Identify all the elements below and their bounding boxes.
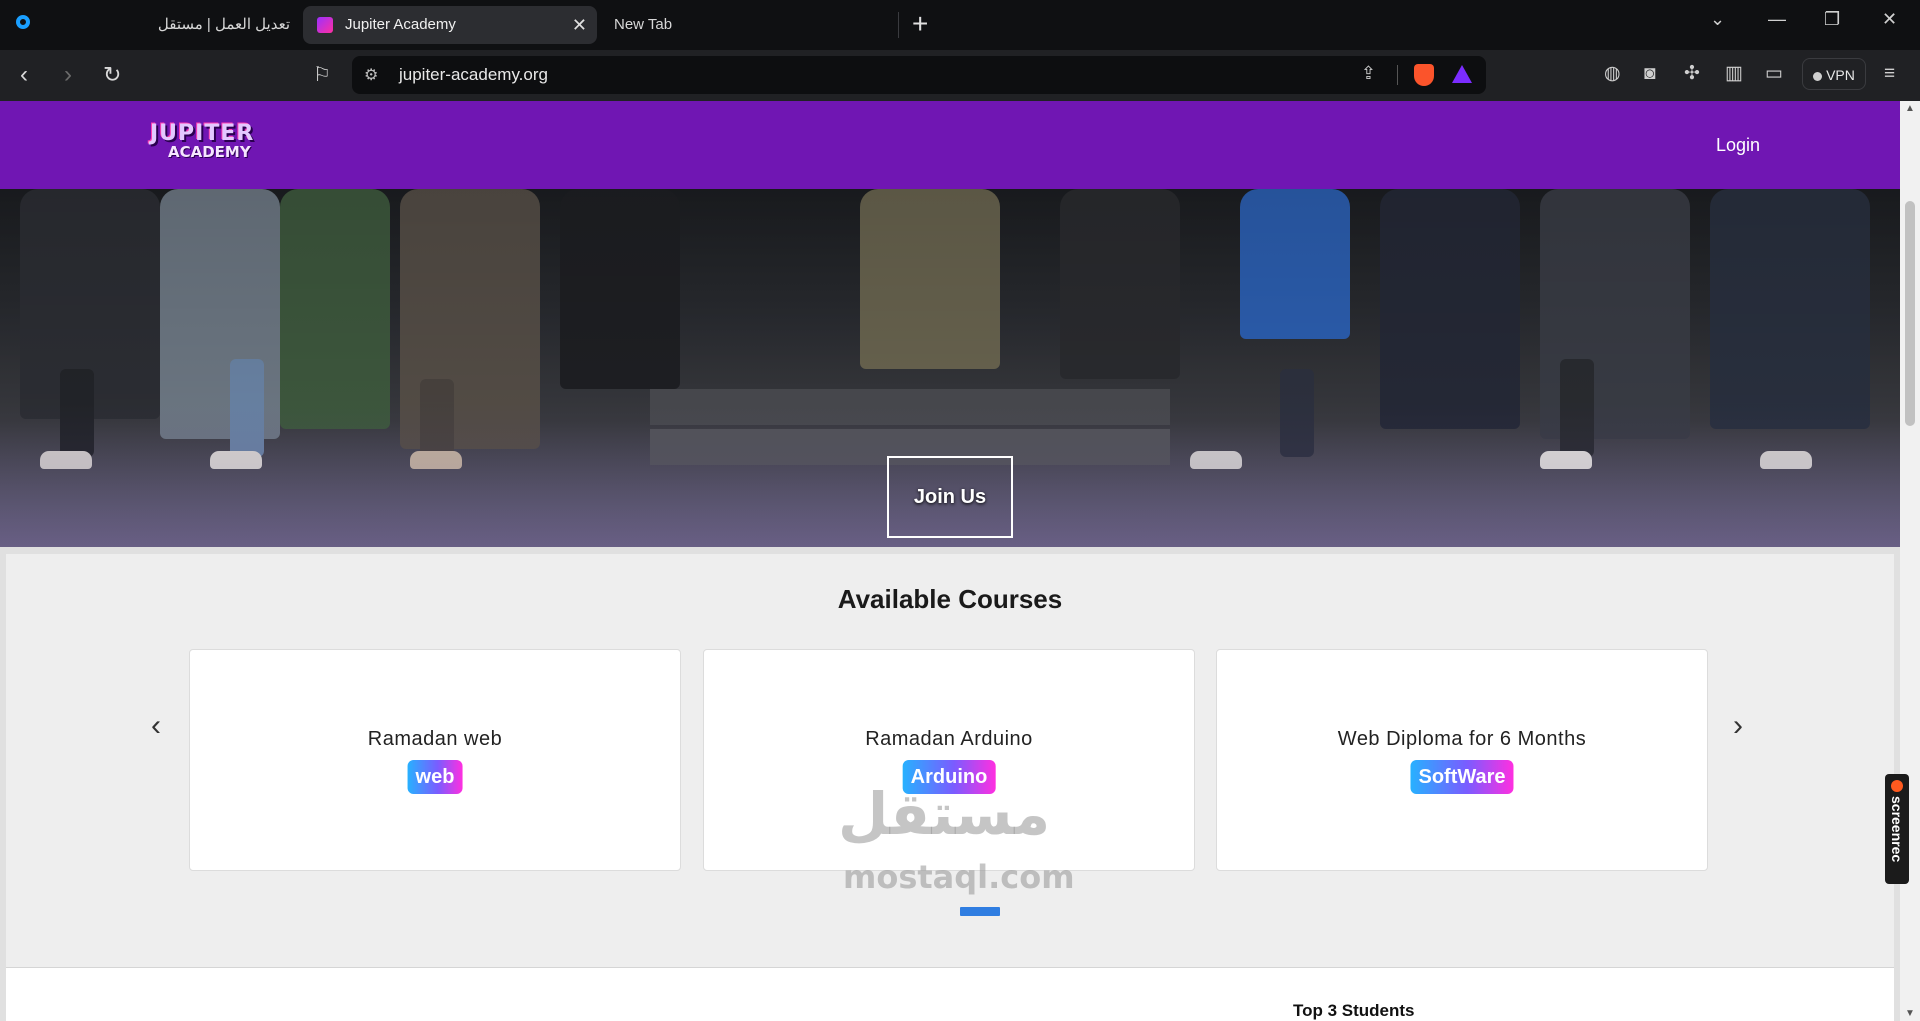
- tab-title: Jupiter Academy: [345, 16, 456, 33]
- browser-toolbar: ‹ › ↻ ⚐ ⚙ jupiter-academy.org ⇪ ◍ ◙ ✣ ▥ …: [0, 50, 1920, 101]
- restore-icon[interactable]: ❐: [1824, 8, 1840, 30]
- sidebar-icon[interactable]: ▥: [1725, 63, 1743, 85]
- browser-logo-icon[interactable]: [16, 15, 30, 29]
- screenrec-label: screenrec: [1889, 796, 1905, 863]
- globe-icon[interactable]: ◍: [1604, 63, 1621, 85]
- site-info-icon[interactable]: ⚙: [364, 65, 378, 85]
- course-name: Ramadan Arduino: [865, 728, 1033, 750]
- address-bar[interactable]: ⚙ jupiter-academy.org ⇪: [352, 56, 1486, 94]
- tab-title: New Tab: [614, 16, 673, 33]
- join-us-button[interactable]: Join Us: [887, 456, 1013, 538]
- scrollbar-thumb[interactable]: [1905, 201, 1915, 426]
- tab-search-chevron-icon[interactable]: ⌄: [1710, 8, 1725, 30]
- course-card[interactable]: Ramadan web web: [189, 649, 681, 871]
- jupiter-academy-logo[interactable]: JUPITER ACADEMY: [148, 121, 258, 165]
- tab-jupiter-academy[interactable]: Jupiter Academy ✕: [303, 6, 597, 44]
- site-navbar: JUPITER ACADEMY Login: [0, 101, 1900, 189]
- tab-title: تعديل العمل | مستقل: [157, 16, 290, 33]
- close-window-icon[interactable]: ✕: [1882, 8, 1897, 30]
- mostaql-watermark-latin: mostaql.com: [843, 858, 1075, 896]
- course-name: Web Diploma for 6 Months: [1337, 728, 1587, 750]
- extensions-icon[interactable]: ✣: [1684, 63, 1700, 85]
- hero-banner: Join Us: [0, 189, 1900, 547]
- carousel-next-icon[interactable]: ›: [1733, 709, 1743, 743]
- course-category-badge: web: [407, 760, 463, 794]
- top-students-section: Top 3 Students: [6, 967, 1894, 1021]
- close-tab-icon[interactable]: ✕: [572, 6, 587, 44]
- tab-separator: [898, 12, 899, 38]
- browser-tab-bar: تعديل العمل | مستقل Jupiter Academy ✕ Ne…: [0, 0, 1920, 50]
- record-icon: [1891, 780, 1903, 792]
- carousel-indicator[interactable]: [960, 907, 1000, 916]
- course-category-badge: SoftWare: [1410, 760, 1514, 794]
- reload-icon[interactable]: ↻: [103, 62, 121, 88]
- brave-shields-icon[interactable]: [1414, 64, 1434, 86]
- logo-text-bottom: ACADEMY: [168, 143, 251, 161]
- scroll-down-icon[interactable]: ▼: [1905, 1008, 1915, 1019]
- new-tab-plus-icon[interactable]: +: [912, 7, 928, 41]
- camera-icon[interactable]: ◙: [1644, 63, 1655, 85]
- vpn-status-icon: [1813, 71, 1823, 81]
- mostaql-watermark-arabic: مستقل: [838, 780, 1051, 848]
- forward-icon[interactable]: ›: [64, 62, 72, 88]
- omnibox-divider: [1397, 65, 1398, 85]
- share-icon[interactable]: ⇪: [1361, 63, 1376, 84]
- vpn-button[interactable]: VPN: [1802, 58, 1866, 90]
- login-link[interactable]: Login: [1716, 101, 1760, 189]
- scroll-up-icon[interactable]: ▲: [1905, 103, 1915, 114]
- menu-icon[interactable]: ≡: [1884, 63, 1895, 85]
- vpn-label: VPN: [1826, 67, 1855, 83]
- wallet-icon[interactable]: ▭: [1765, 63, 1783, 85]
- screenrec-widget[interactable]: screenrec: [1885, 774, 1909, 884]
- jupiter-favicon-icon: [317, 17, 333, 33]
- tab-new-tab[interactable]: New Tab: [606, 6, 896, 44]
- course-name: Ramadan web: [367, 728, 503, 750]
- section-title: Top 3 Students: [1293, 1001, 1415, 1020]
- minimize-icon[interactable]: —: [1768, 8, 1786, 30]
- url-text[interactable]: jupiter-academy.org: [399, 56, 548, 94]
- available-courses-section: Available Courses ‹ Ramadan web web Rama…: [6, 554, 1894, 967]
- tab-mostaql[interactable]: تعديل العمل | مستقل: [140, 6, 300, 44]
- back-icon[interactable]: ‹: [20, 62, 28, 88]
- course-card[interactable]: Web Diploma for 6 Months SoftWare: [1216, 649, 1708, 871]
- brave-rewards-icon[interactable]: [1452, 65, 1472, 83]
- section-title: Available Courses: [837, 584, 1063, 614]
- bookmark-icon[interactable]: ⚐: [313, 62, 331, 88]
- carousel-prev-icon[interactable]: ‹: [151, 709, 161, 743]
